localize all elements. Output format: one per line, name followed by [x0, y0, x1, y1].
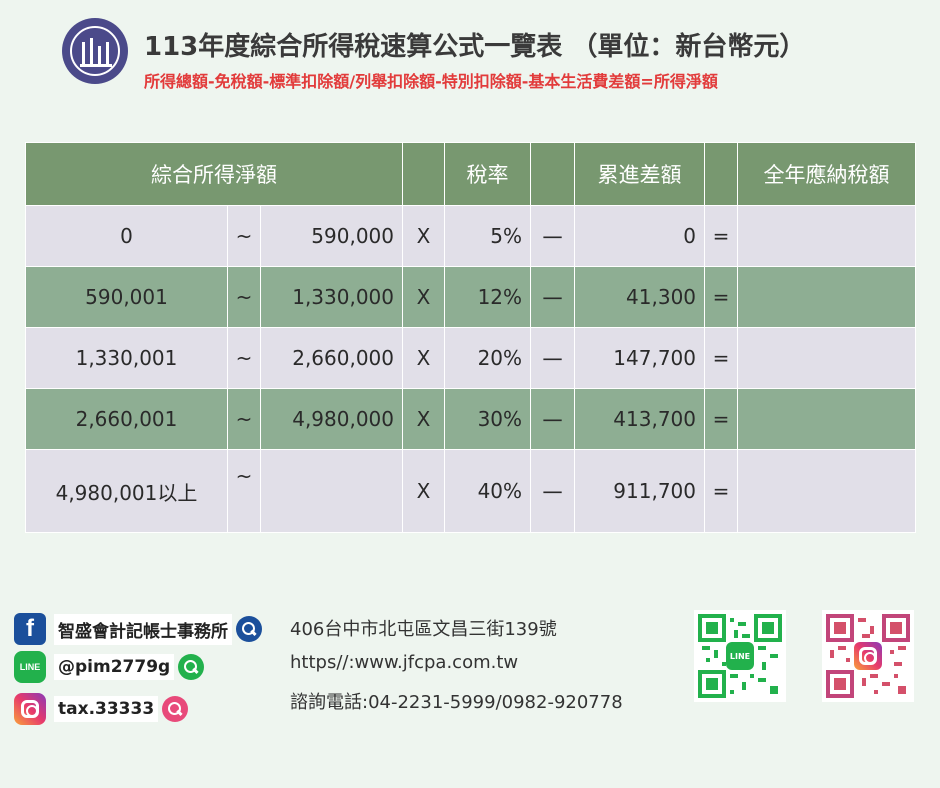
header-spacer	[704, 142, 739, 206]
office-logo-icon	[62, 18, 128, 84]
income-from: 590,001	[25, 266, 228, 328]
instagram-icon	[854, 642, 882, 670]
progressive-difference: 147,700	[574, 327, 706, 389]
annual-tax-cell	[737, 327, 917, 389]
income-from: 1,330,001	[25, 327, 228, 389]
header-progressive-difference: 累進差額	[574, 142, 706, 206]
phone-number: 諮詢電話:04-2231-5999/0982-920778	[290, 692, 623, 713]
range-tilde: ~	[227, 327, 261, 389]
income-to: 2,660,000	[259, 327, 404, 389]
progressive-difference: 413,700	[574, 388, 706, 450]
annual-tax-cell	[737, 449, 917, 533]
facebook-label[interactable]: 智盛會計記帳士事務所	[54, 613, 232, 645]
website-link[interactable]: https//:www.jfcpa.com.tw	[290, 652, 518, 673]
line-qr-code[interactable]: LINE	[694, 610, 786, 702]
minus-sign: 一	[530, 449, 576, 533]
header-spacer	[530, 142, 576, 206]
range-tilde: ~	[227, 266, 261, 328]
instagram-icon[interactable]	[14, 693, 46, 725]
line-row[interactable]: LINE @pim2779g	[14, 650, 205, 684]
tax-rate: 5%	[444, 205, 532, 267]
tax-rate: 20%	[444, 327, 532, 389]
page-title: 113年度綜合所得稅速算公式一覽表 （單位：新台幣元）	[144, 32, 806, 62]
header-spacer	[402, 142, 446, 206]
line-icon: LINE	[726, 642, 754, 670]
search-icon[interactable]	[178, 654, 205, 680]
formula-subtitle: 所得總額-免稅額-標準扣除額/列舉扣除額-特別扣除額-基本生活費差額=所得淨額	[144, 72, 718, 91]
income-to	[259, 449, 404, 533]
equals-sign: =	[704, 205, 739, 267]
facebook-row[interactable]: f 智盛會計記帳士事務所	[14, 612, 262, 646]
instagram-row[interactable]: tax.33333	[14, 692, 189, 726]
multiply-sign: X	[402, 449, 446, 533]
annual-tax-cell	[737, 266, 917, 328]
address: 406台中市北屯區文昌三街139號	[290, 619, 557, 640]
range-tilde: ~	[227, 205, 261, 267]
income-to: 4,980,000	[259, 388, 404, 450]
tax-rate: 30%	[444, 388, 532, 450]
multiply-sign: X	[402, 266, 446, 328]
header-annual-tax: 全年應納稅額	[737, 142, 917, 206]
search-icon[interactable]	[162, 696, 189, 722]
range-tilde: ~	[227, 388, 261, 450]
table-row: 0 ~ 590,000 X 5% 一 0 =	[25, 205, 917, 267]
table-header-row: 綜合所得淨額 稅率 累進差額 全年應納稅額	[24, 142, 917, 206]
multiply-sign: X	[402, 388, 446, 450]
minus-sign: 一	[530, 327, 576, 389]
equals-sign: =	[704, 327, 739, 389]
income-to: 590,000	[259, 205, 404, 267]
search-icon[interactable]	[236, 616, 262, 642]
header: 113年度綜合所得稅速算公式一覽表 （單位：新台幣元） 所得總額-免稅額-標準扣…	[60, 14, 920, 94]
minus-sign: 一	[530, 388, 576, 450]
tax-rate-table: 綜合所得淨額 稅率 累進差額 全年應納稅額 0 ~ 590,000 X 5% 一…	[24, 142, 917, 533]
table-row: 4,980,001以上 ~ X 40% 一 911,700 =	[25, 449, 917, 533]
range-tilde: ~	[227, 449, 261, 533]
tax-rate: 40%	[444, 449, 532, 533]
equals-sign: =	[704, 449, 739, 533]
table-row: 590,001 ~ 1,330,000 X 12% 一 41,300 =	[25, 266, 917, 328]
minus-sign: 一	[530, 205, 576, 267]
table-row: 2,660,001 ~ 4,980,000 X 30% 一 413,700 =	[25, 388, 917, 450]
minus-sign: 一	[530, 266, 576, 328]
progressive-difference: 911,700	[574, 449, 706, 533]
line-label[interactable]: @pim2779g	[54, 654, 175, 680]
tax-rate: 12%	[444, 266, 532, 328]
header-rate: 稅率	[444, 142, 532, 206]
equals-sign: =	[704, 266, 739, 328]
instagram-label[interactable]: tax.33333	[54, 696, 159, 722]
equals-sign: =	[704, 388, 739, 450]
line-icon[interactable]: LINE	[14, 651, 46, 683]
header-net-income: 綜合所得淨額	[24, 142, 404, 206]
instagram-qr-code[interactable]	[822, 610, 914, 702]
income-from: 2,660,001	[25, 388, 228, 450]
progressive-difference: 41,300	[574, 266, 706, 328]
income-from: 4,980,001以上	[25, 449, 228, 533]
table-row: 1,330,001 ~ 2,660,000 X 20% 一 147,700 =	[25, 327, 917, 389]
multiply-sign: X	[402, 327, 446, 389]
progressive-difference: 0	[574, 205, 706, 267]
annual-tax-cell	[737, 388, 917, 450]
annual-tax-cell	[737, 205, 917, 267]
income-to: 1,330,000	[259, 266, 404, 328]
multiply-sign: X	[402, 205, 446, 267]
income-from: 0	[25, 205, 228, 267]
facebook-icon[interactable]: f	[14, 613, 46, 645]
